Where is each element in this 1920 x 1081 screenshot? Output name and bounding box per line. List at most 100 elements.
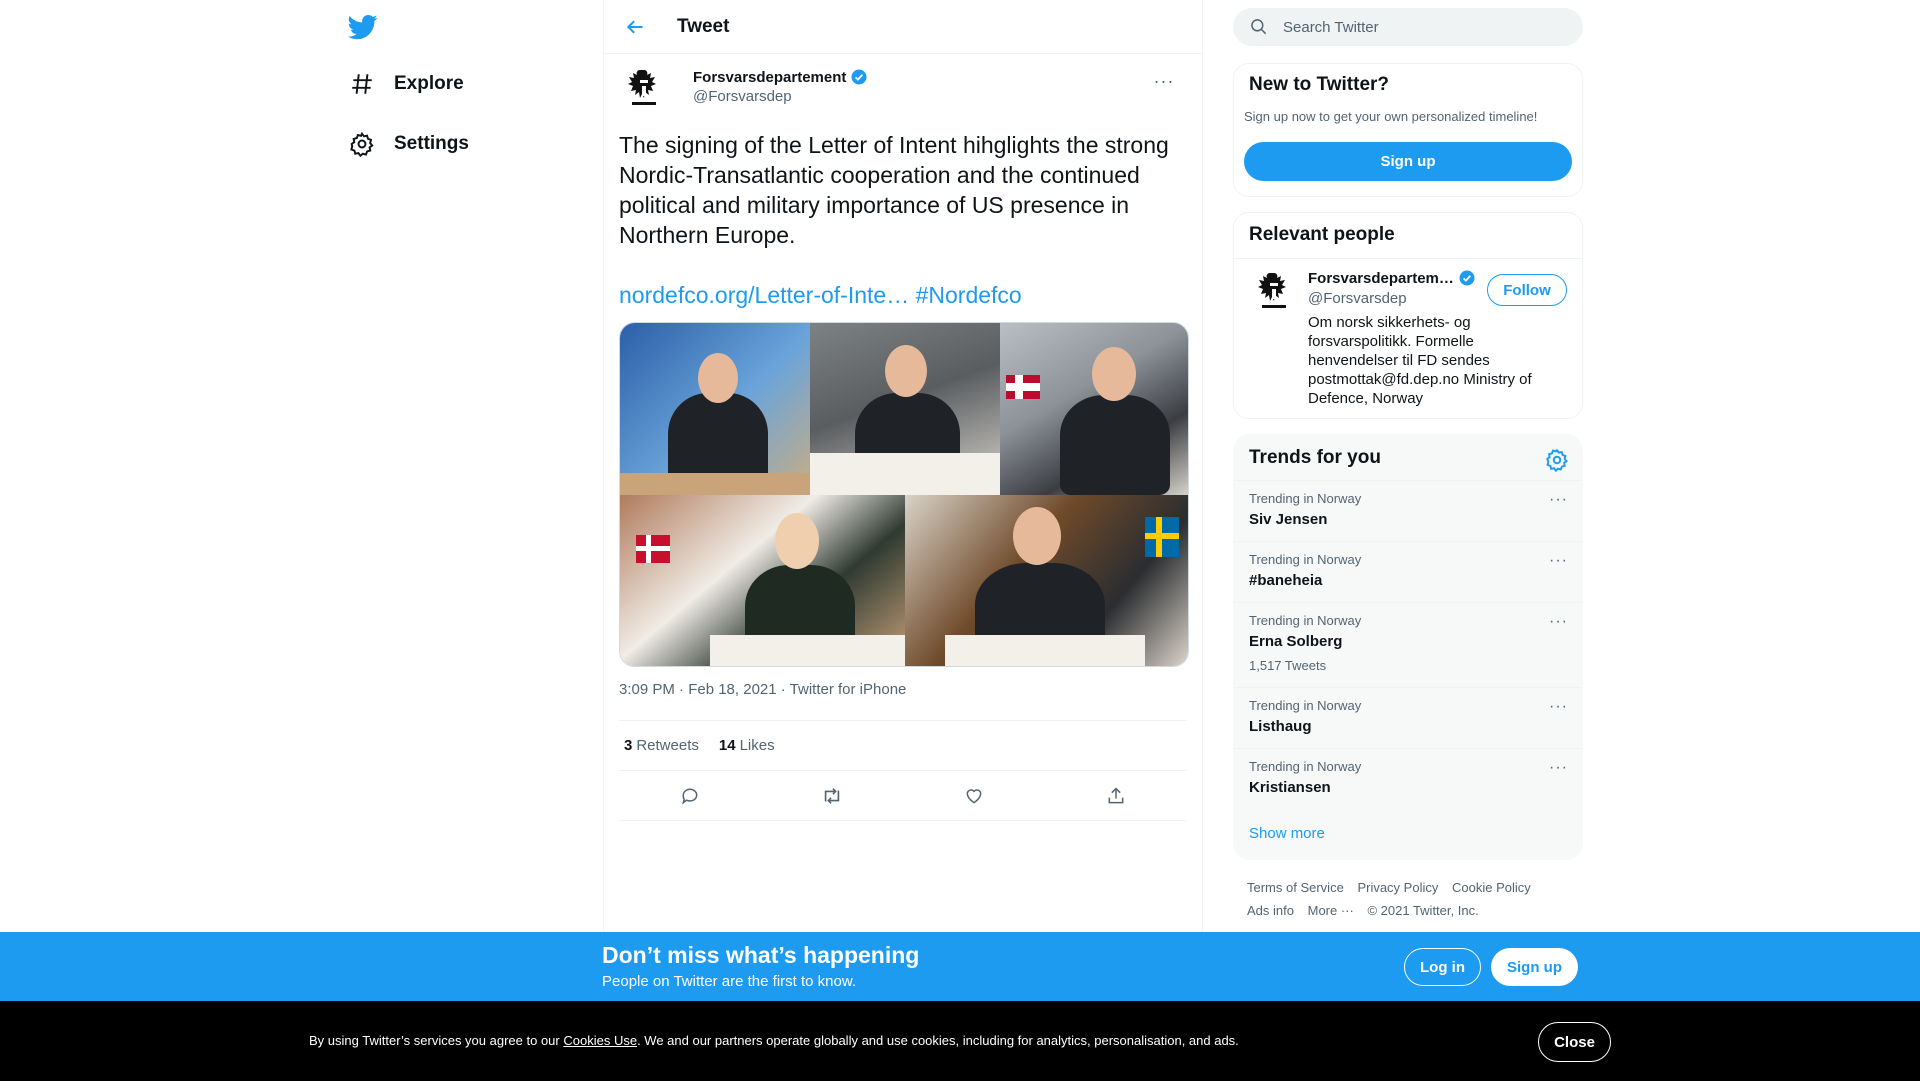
trend-more-button[interactable]: ··· bbox=[1549, 491, 1568, 509]
trend-more-button[interactable]: ··· bbox=[1549, 759, 1568, 777]
twitter-bird-icon[interactable] bbox=[347, 12, 378, 42]
trend-name: Kristiansen bbox=[1249, 779, 1331, 796]
share-icon bbox=[1108, 786, 1124, 803]
tweet-author-name[interactable]: Forsvarsdepartement bbox=[693, 68, 868, 86]
signup-banner: Don’t miss what’s happening People on Tw… bbox=[0, 932, 1920, 1001]
tweet-hashtag[interactable]: #Nordefco bbox=[916, 282, 1022, 308]
avatar[interactable] bbox=[624, 66, 664, 110]
trend-context: Trending in Norway bbox=[1249, 613, 1362, 628]
trend-context: Trending in Norway bbox=[1249, 759, 1362, 774]
person-bio: Om norsk sikkerhets- og forsvarspolitikk… bbox=[1308, 314, 1532, 407]
cookie-bar: By using Twitter’s services you agree to… bbox=[0, 1001, 1920, 1081]
ads-info-link[interactable]: Ads info bbox=[1247, 903, 1294, 918]
new-to-twitter-subtitle: Sign up now to get your own personalized… bbox=[1244, 109, 1538, 124]
back-button[interactable] bbox=[617, 9, 653, 45]
trend-more-button[interactable]: ··· bbox=[1549, 698, 1568, 716]
tweet-text: The signing of the Letter of Intent hihg… bbox=[619, 132, 1169, 248]
photo-minister-norway[interactable] bbox=[1000, 323, 1188, 495]
retweets-stat[interactable]: 3 Retweets bbox=[624, 737, 699, 754]
gear-icon bbox=[348, 130, 376, 158]
trend-context: Trending in Norway bbox=[1249, 491, 1362, 506]
cookie-policy-link[interactable]: Cookie Policy bbox=[1452, 880, 1531, 895]
hashtag-icon bbox=[348, 70, 376, 98]
tweet-stats: 3 Retweets 14 Likes bbox=[619, 721, 1187, 771]
arrow-left-icon bbox=[626, 19, 643, 34]
trend-item[interactable]: Trending in Norway #baneheia ··· bbox=[1234, 541, 1582, 602]
retweet-icon bbox=[824, 787, 840, 804]
search-placeholder: Search Twitter bbox=[1283, 18, 1379, 36]
search-input[interactable]: Search Twitter bbox=[1233, 8, 1583, 46]
main-column: Tweet Forsvarsdepartement @Forsvarsdep ·… bbox=[603, 0, 1203, 1081]
tweet-actions bbox=[619, 771, 1187, 821]
trends-settings-button[interactable] bbox=[1544, 447, 1570, 473]
trend-more-button[interactable]: ··· bbox=[1549, 552, 1568, 570]
verified-badge-icon bbox=[850, 68, 868, 86]
more-options-button[interactable]: ··· bbox=[1149, 66, 1179, 96]
search-icon bbox=[1251, 19, 1267, 35]
signup-card-button[interactable]: Sign up bbox=[1244, 142, 1572, 181]
show-more-link[interactable]: Show more bbox=[1249, 825, 1325, 842]
retweets-label: Retweets bbox=[636, 737, 699, 754]
footer-links: Terms of Service Privacy Policy Cookie P… bbox=[1247, 876, 1577, 922]
nav-settings[interactable]: Settings bbox=[348, 122, 469, 166]
trend-more-button[interactable]: ··· bbox=[1549, 613, 1568, 631]
terms-link[interactable]: Terms of Service bbox=[1247, 880, 1344, 895]
relevant-people-title: Relevant people bbox=[1249, 224, 1395, 245]
cookie-text: By using Twitter’s services you agree to… bbox=[309, 1033, 1239, 1048]
relevant-people-card: Relevant people Forsvarsdepartem… @Forsv… bbox=[1233, 212, 1583, 419]
close-button[interactable]: Close bbox=[1538, 1022, 1611, 1062]
trend-item[interactable]: Trending in Norway Kristiansen ··· bbox=[1234, 748, 1582, 809]
tweet-timestamp[interactable]: 3:09 PM · Feb 18, 2021 · Twitter for iPh… bbox=[619, 681, 1187, 721]
trend-name: Erna Solberg bbox=[1249, 633, 1343, 650]
likes-count: 14 bbox=[718, 737, 736, 754]
signup-button[interactable]: Sign up bbox=[1491, 948, 1578, 986]
nav-settings-label: Settings bbox=[394, 133, 469, 154]
trend-context: Trending in Norway bbox=[1249, 552, 1362, 567]
heart-icon bbox=[966, 788, 982, 804]
photo-minister-denmark[interactable] bbox=[620, 495, 905, 666]
banner-title: Don’t miss what’s happening bbox=[602, 942, 920, 968]
photo-minister-sweden[interactable] bbox=[905, 495, 1188, 666]
tweet-media-grid[interactable] bbox=[619, 322, 1189, 667]
trend-name: Listhaug bbox=[1249, 718, 1312, 735]
trends-card: Trends for you Trending in Norway Siv Je… bbox=[1233, 434, 1583, 860]
page-title: Tweet bbox=[677, 15, 730, 37]
reply-button[interactable] bbox=[672, 778, 708, 814]
trends-title: Trends for you bbox=[1249, 447, 1381, 468]
trend-tweet-count: 1,517 Tweets bbox=[1249, 658, 1327, 673]
new-to-twitter-title: New to Twitter? bbox=[1249, 74, 1390, 95]
photo-minister-finland[interactable] bbox=[620, 323, 810, 495]
more-link[interactable]: More ··· bbox=[1308, 903, 1354, 918]
trend-item[interactable]: Trending in Norway Siv Jensen ··· bbox=[1234, 480, 1582, 541]
trend-name: Siv Jensen bbox=[1249, 511, 1328, 528]
person-name[interactable]: Forsvarsdepartem… bbox=[1308, 269, 1478, 287]
tweet-author-handle[interactable]: @Forsvarsdep bbox=[693, 88, 792, 105]
nav-explore[interactable]: Explore bbox=[348, 62, 464, 106]
nav-explore-label: Explore bbox=[394, 73, 464, 94]
likes-stat[interactable]: 14 Likes bbox=[719, 737, 775, 754]
reply-icon bbox=[682, 788, 698, 805]
tweet-links: nordefco.org/Letter-of-Inte… #Nordefco bbox=[619, 280, 1187, 310]
likes-label: Likes bbox=[739, 737, 775, 754]
cookie-text-after: . We and our partners operate globally a… bbox=[637, 1033, 1239, 1048]
trend-name: #baneheia bbox=[1249, 572, 1323, 589]
photo-official-usa[interactable] bbox=[810, 323, 1000, 495]
like-button[interactable] bbox=[956, 778, 992, 814]
main-header: Tweet bbox=[604, 0, 1202, 54]
cookies-use-link[interactable]: Cookies Use bbox=[563, 1033, 637, 1048]
retweet-button[interactable] bbox=[814, 778, 850, 814]
login-button[interactable]: Log in bbox=[1404, 948, 1481, 986]
tweet: Forsvarsdepartement @Forsvarsdep ··· The… bbox=[604, 54, 1202, 821]
person-name-text: Forsvarsdepartem… bbox=[1308, 269, 1454, 287]
trend-item[interactable]: Trending in Norway Erna Solberg 1,517 Tw… bbox=[1234, 602, 1582, 687]
retweets-count: 3 bbox=[624, 737, 633, 754]
follow-button[interactable]: Follow bbox=[1487, 274, 1567, 306]
tweet-link[interactable]: nordefco.org/Letter-of-Inte… bbox=[619, 282, 909, 308]
share-button[interactable] bbox=[1098, 778, 1134, 814]
person-handle[interactable]: @Forsvarsdep bbox=[1308, 290, 1407, 307]
privacy-link[interactable]: Privacy Policy bbox=[1357, 880, 1438, 895]
copyright: © 2021 Twitter, Inc. bbox=[1367, 903, 1479, 918]
banner-subtitle: People on Twitter are the first to know. bbox=[602, 973, 857, 990]
trend-item[interactable]: Trending in Norway Listhaug ··· bbox=[1234, 687, 1582, 748]
person-avatar[interactable] bbox=[1254, 269, 1294, 313]
